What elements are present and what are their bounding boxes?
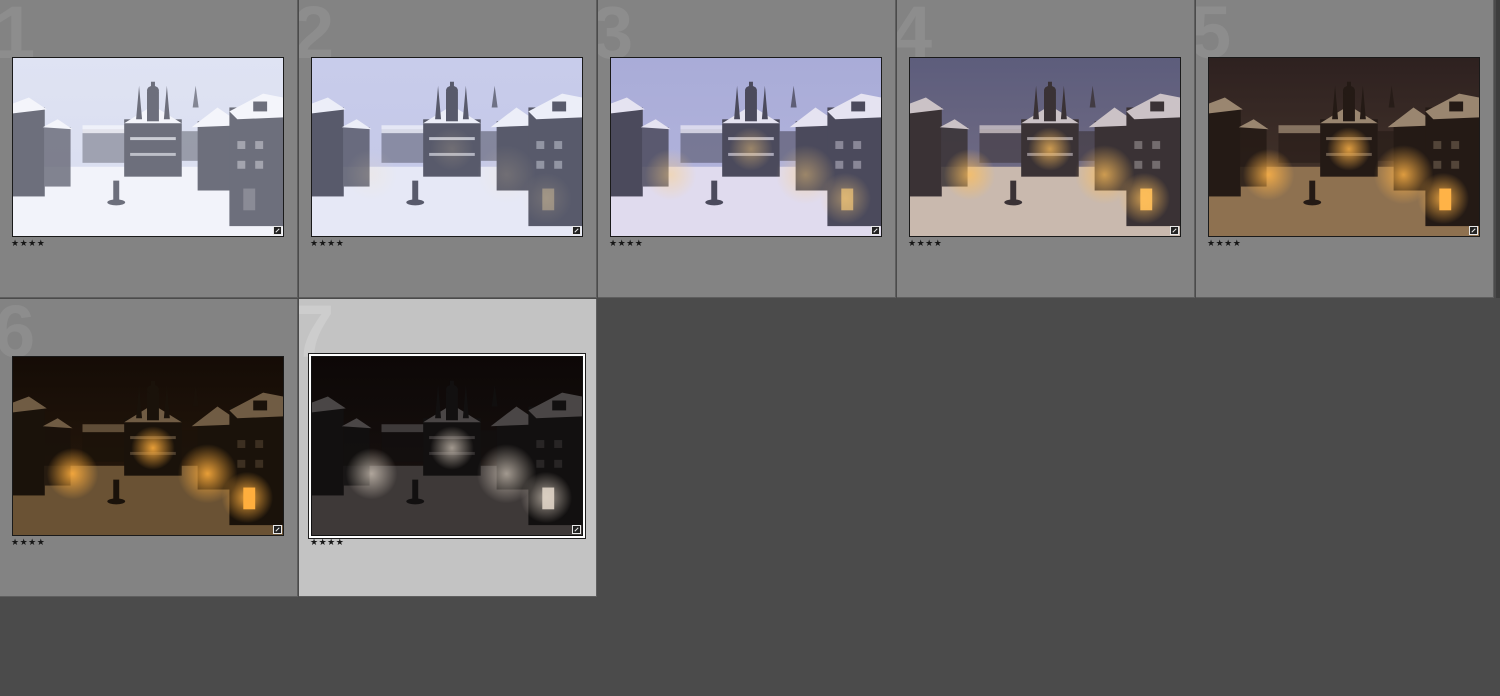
grid-cell[interactable]: 3 (598, 0, 896, 298)
photo-image (312, 58, 582, 236)
filmstrip-grid: 1 (0, 0, 1500, 696)
grid-cell[interactable]: 7 (299, 299, 597, 597)
star-rating[interactable]: ★★★★ (11, 538, 45, 548)
grid-cell[interactable]: 6 (0, 299, 298, 597)
star-rating[interactable]: ★★★★ (310, 239, 344, 249)
star-rating[interactable]: ★★★★ (1207, 239, 1241, 249)
grid-cell[interactable]: 4 (897, 0, 1195, 298)
photo-thumbnail[interactable] (610, 57, 882, 237)
develop-adjustments-icon[interactable] (273, 226, 282, 235)
photo-thumbnail[interactable] (909, 57, 1181, 237)
grid-cell[interactable]: 1 (0, 0, 298, 298)
develop-adjustments-icon[interactable] (273, 525, 282, 534)
develop-adjustments-icon[interactable] (572, 226, 581, 235)
develop-adjustments-icon[interactable] (871, 226, 880, 235)
develop-adjustments-icon[interactable] (1469, 226, 1478, 235)
grid-cell[interactable]: 2 (299, 0, 597, 298)
photo-image (910, 58, 1180, 236)
photo-image (1209, 58, 1479, 236)
grid-scroll-edge (1496, 0, 1500, 298)
photo-thumbnail[interactable] (1208, 57, 1480, 237)
photo-image (312, 357, 582, 535)
develop-adjustments-icon[interactable] (1170, 226, 1179, 235)
photo-image (13, 58, 283, 236)
star-rating[interactable]: ★★★★ (11, 239, 45, 249)
grid-cell[interactable]: 5 (1196, 0, 1494, 298)
photo-thumbnail[interactable] (311, 356, 583, 536)
photo-image (611, 58, 881, 236)
photo-thumbnail[interactable] (311, 57, 583, 237)
star-rating[interactable]: ★★★★ (609, 239, 643, 249)
develop-adjustments-icon[interactable] (572, 525, 581, 534)
photo-image (13, 357, 283, 535)
photo-thumbnail[interactable] (12, 57, 284, 237)
star-rating[interactable]: ★★★★ (908, 239, 942, 249)
photo-thumbnail[interactable] (12, 356, 284, 536)
star-rating[interactable]: ★★★★ (310, 538, 344, 548)
